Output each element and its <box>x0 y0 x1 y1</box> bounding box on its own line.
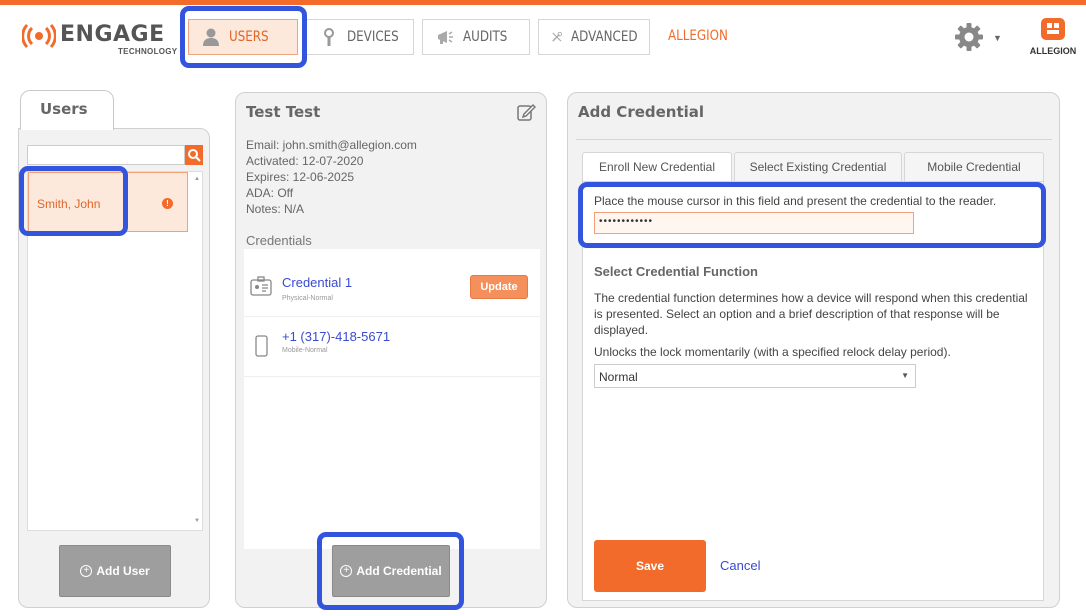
nav-advanced-label: ADVANCED <box>570 29 638 45</box>
tab-mobile-credential[interactable]: Mobile Credential <box>904 152 1044 182</box>
list-item[interactable]: +1 (317)-418-5671 Mobile-Normal <box>244 317 540 377</box>
credential-title[interactable]: +1 (317)-418-5671 <box>282 329 390 344</box>
add-credential-panel: Add Credential Enroll New Credential Sel… <box>567 92 1060 608</box>
credential-subtitle: Physical-Normal <box>282 295 333 302</box>
notes-text: Notes: N/A <box>246 202 305 216</box>
logo-subtext: TECHNOLOGY <box>118 47 178 56</box>
user-info: Email: john.smith@allegion.com Activated… <box>246 137 417 217</box>
nav-devices-label: DEVICES <box>347 29 399 45</box>
brand-text: ALLEGION <box>1029 46 1077 56</box>
plus-icon: + <box>80 565 93 577</box>
divider <box>576 139 1052 140</box>
credentials-heading: Credentials <box>246 233 312 248</box>
scroll-up-icon[interactable]: ▲ <box>194 176 200 182</box>
highlight-credential-input <box>578 182 1046 248</box>
credential-subtitle: Mobile-Normal <box>282 347 328 354</box>
user-search-input[interactable] <box>27 145 185 165</box>
activated-text: Activated: 12-07-2020 <box>246 154 364 168</box>
function-description: The credential function determines how a… <box>594 291 1028 337</box>
logo-text: ENGAGE <box>60 22 165 47</box>
users-tab[interactable]: Users <box>20 90 114 130</box>
highlight-user-item <box>19 166 128 236</box>
save-button[interactable]: Save <box>594 540 706 592</box>
phone-icon <box>255 335 268 357</box>
signal-icon <box>22 24 56 48</box>
cancel-link[interactable]: Cancel <box>720 558 760 573</box>
tools-icon <box>552 31 563 42</box>
nav-devices[interactable]: DEVICES <box>306 19 414 55</box>
engage-logo[interactable]: ENGAGE TECHNOLOGY <box>22 20 177 60</box>
selected-function-description: Unlocks the lock momentarily (with a spe… <box>594 345 951 359</box>
select-value: Normal <box>599 370 638 384</box>
add-user-button[interactable]: + Add User <box>59 545 171 597</box>
nav-audits-label: AUDITS <box>463 29 508 45</box>
alert-icon: ! <box>162 198 173 209</box>
update-button[interactable]: Update <box>470 275 528 299</box>
ada-text: ADA: Off <box>246 186 294 200</box>
nav-audits[interactable]: AUDITS <box>422 19 530 55</box>
megaphone-icon <box>438 31 453 44</box>
list-item[interactable]: Credential 1 Physical-Normal Update <box>244 257 540 317</box>
credential-title[interactable]: Credential 1 <box>282 275 352 290</box>
user-title: Test Test <box>246 103 321 121</box>
add-user-label: Add User <box>96 564 150 578</box>
allegion-brand: ALLEGION <box>1020 18 1086 58</box>
expires-text: Expires: 12-06-2025 <box>246 170 355 184</box>
credential-list: Credential 1 Physical-Normal Update +1 (… <box>244 249 540 549</box>
search-icon[interactable] <box>185 145 203 165</box>
highlight-users-nav <box>180 6 307 68</box>
nav-advanced[interactable]: ADVANCED <box>538 19 650 55</box>
credential-function-select[interactable]: Normal ▼ <box>594 364 916 388</box>
nav-allegion-link[interactable]: ALLEGION <box>668 28 739 44</box>
email-text: Email: john.smith@allegion.com <box>246 138 417 152</box>
user-detail-panel: Test Test Email: john.smith@allegion.com… <box>235 92 547 608</box>
chevron-down-icon[interactable]: ▼ <box>993 33 1002 43</box>
function-title: Select Credential Function <box>594 264 758 279</box>
chevron-down-icon: ▼ <box>901 371 909 380</box>
gear-icon[interactable] <box>954 22 984 52</box>
lock-device-icon <box>324 28 334 46</box>
edit-icon[interactable] <box>516 102 536 122</box>
nav-allegion-label: ALLEGION <box>668 28 728 44</box>
tab-select-existing[interactable]: Select Existing Credential <box>734 152 902 182</box>
tab-enroll-new[interactable]: Enroll New Credential <box>582 152 732 182</box>
highlight-add-credential <box>317 532 464 610</box>
badge-icon <box>250 276 272 296</box>
top-accent-bar <box>0 0 1086 5</box>
panel-title: Add Credential <box>578 103 705 121</box>
scroll-down-icon[interactable]: ▼ <box>194 518 200 524</box>
allegion-logo-icon <box>1041 18 1065 40</box>
